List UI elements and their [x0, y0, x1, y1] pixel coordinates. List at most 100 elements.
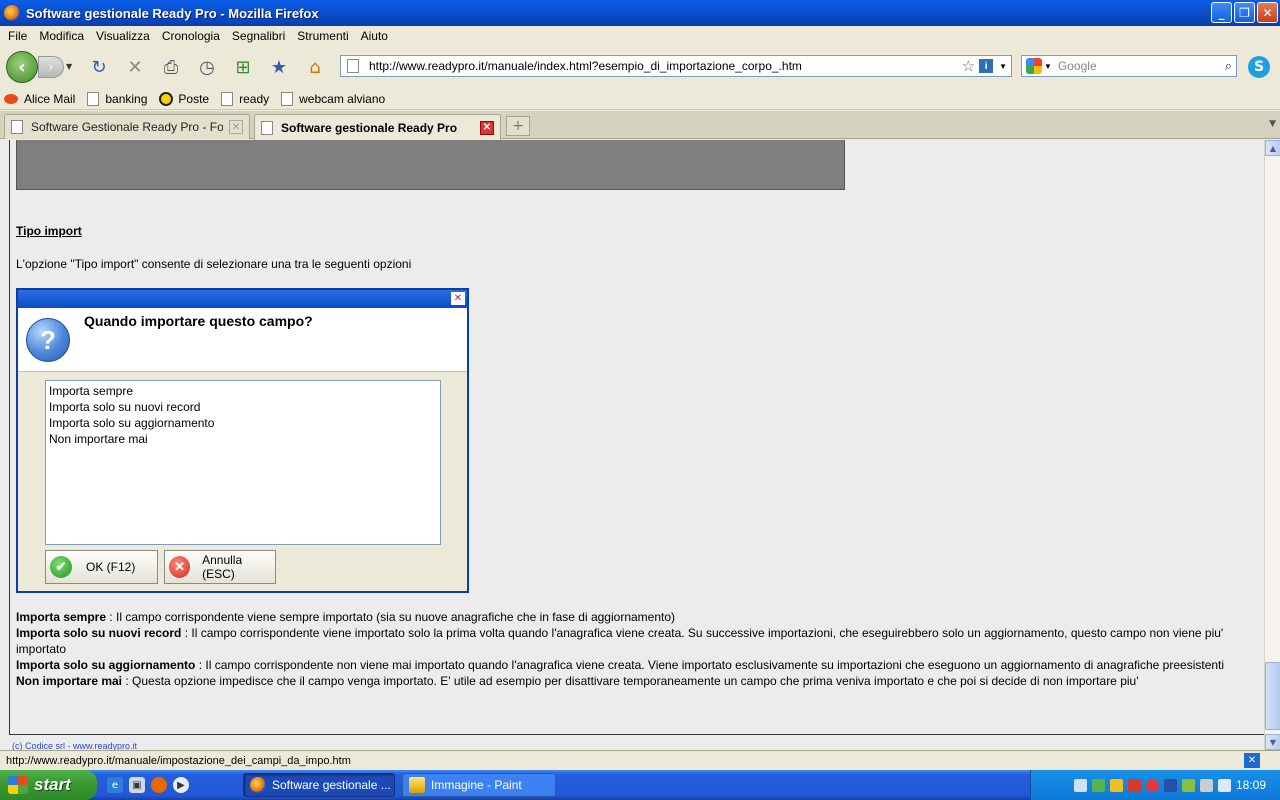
ie-icon[interactable]: e [107, 777, 123, 793]
search-box[interactable]: ▼ Google ⌕ [1021, 55, 1237, 77]
options-listbox[interactable]: Importa sempre Importa solo su nuovi rec… [45, 380, 441, 545]
url-dropdown-icon[interactable]: ▼ [999, 62, 1007, 71]
bookmarks-star-icon[interactable]: ★ [268, 56, 290, 78]
bookmark-ready[interactable]: ready [221, 91, 269, 106]
bookmark-poste[interactable]: Poste [159, 91, 209, 106]
tray-icon[interactable] [1109, 778, 1123, 792]
copyright-link[interactable]: (c) Codice srl - www.readypro.it [12, 741, 137, 750]
back-button[interactable]: ‹ [6, 51, 38, 83]
tray-icon[interactable] [1073, 778, 1087, 792]
history-dropdown-icon[interactable]: ▼ [66, 62, 72, 71]
taskbar-item-paint[interactable]: Immagine - Paint [402, 773, 556, 797]
firefox-icon[interactable] [151, 777, 167, 793]
list-item[interactable]: Importa solo su aggiornamento [49, 415, 437, 431]
list-item[interactable]: Importa sempre [49, 383, 437, 399]
dialog-close-icon[interactable]: ✕ [451, 292, 465, 305]
vertical-scrollbar[interactable]: ▲ ▼ [1264, 140, 1280, 750]
history-clock-icon[interactable]: ◷ [196, 56, 218, 78]
scroll-up-icon[interactable]: ▲ [1265, 140, 1280, 156]
window-controls: _ ❐ ✕ [1211, 2, 1278, 23]
volume-icon[interactable] [1217, 778, 1231, 792]
tray-icon[interactable] [1127, 778, 1141, 792]
site-info-icon[interactable]: i [979, 59, 994, 73]
checkmark-icon: ✔ [50, 556, 72, 578]
forward-button[interactable]: › [38, 56, 64, 78]
close-tab-icon[interactable]: ✕ [480, 120, 494, 135]
ok-button[interactable]: ✔ OK (F12) [45, 550, 158, 584]
addon-status-icon[interactable]: ✕ [1244, 753, 1260, 768]
bookmarks-toolbar: Alice Mail banking Poste ready webcam al… [0, 88, 1280, 110]
menu-modifica[interactable]: Modifica [39, 29, 84, 43]
search-engine-dropdown-icon[interactable]: ▼ [1044, 62, 1052, 71]
tab-strip: Software Gestionale Ready Pro - Foru... … [0, 111, 1280, 140]
new-tab-button[interactable]: + [506, 116, 530, 136]
close-tab-icon[interactable]: ✕ [229, 120, 243, 134]
bookmark-star-icon[interactable]: ☆ [962, 57, 975, 75]
option-descriptions: Importa sempre : Il campo corrispondente… [16, 609, 1258, 689]
quick-launch: e ▣ ▶ [107, 777, 189, 793]
menu-file[interactable]: File [8, 29, 27, 43]
ok-button-label: OK (F12) [86, 560, 136, 574]
scroll-down-icon[interactable]: ▼ [1265, 734, 1280, 750]
url-text[interactable]: http://www.readypro.it/manuale/index.htm… [369, 59, 962, 73]
menu-cronologia[interactable]: Cronologia [162, 29, 220, 43]
home-icon[interactable]: ⌂ [304, 56, 326, 78]
google-icon[interactable] [1026, 58, 1042, 74]
tray-icon[interactable] [1181, 778, 1195, 792]
reload-icon[interactable]: ↻ [88, 56, 110, 78]
tab-forum[interactable]: Software Gestionale Ready Pro - Foru... … [4, 114, 250, 139]
page-icon [261, 120, 273, 135]
cancel-button[interactable]: ✕ Annulla (ESC) [164, 550, 276, 584]
description-item: Importa sempre : Il campo corrispondente… [16, 610, 676, 624]
tab-list-dropdown-icon[interactable]: ▼ [1269, 119, 1276, 129]
stop-icon[interactable]: ✕ [124, 56, 146, 78]
tray-icon[interactable] [1163, 778, 1177, 792]
cancel-x-icon: ✕ [169, 556, 191, 578]
list-item[interactable]: Importa solo su nuovi record [49, 399, 437, 415]
tray-icon[interactable] [1145, 778, 1159, 792]
search-icon[interactable]: ⌕ [1225, 58, 1232, 74]
search-input[interactable]: Google [1058, 59, 1225, 73]
question-icon: ? [26, 318, 70, 362]
status-text: http://www.readypro.it/manuale/impostazi… [6, 754, 351, 767]
network-icon[interactable] [1199, 778, 1213, 792]
tray-icon[interactable] [1091, 778, 1105, 792]
tab-software-gestionale[interactable]: Software gestionale Ready Pro ✕ [254, 114, 501, 140]
divider [9, 140, 10, 734]
close-button[interactable]: ✕ [1257, 2, 1278, 23]
menu-visualizza[interactable]: Visualizza [96, 29, 150, 43]
dialog-question: Quando importare questo campo? [84, 313, 313, 329]
window-titlebar[interactable]: Software gestionale Ready Pro - Mozilla … [0, 0, 1280, 26]
scrollbar-thumb[interactable] [1265, 662, 1280, 730]
page-icon [347, 59, 359, 73]
menu-aiuto[interactable]: Aiuto [361, 29, 388, 43]
taskbar: start e ▣ ▶ Software gestionale ... Imma… [0, 770, 1280, 800]
import-type-dialog: ✕ ? Quando importare questo campo? Impor… [16, 288, 469, 593]
intro-text: L'opzione "Tipo import" consente di sele… [16, 257, 412, 271]
media-player-icon[interactable]: ▶ [173, 777, 189, 793]
list-item[interactable]: Non importare mai [49, 431, 437, 447]
bookmark-banking[interactable]: banking [87, 91, 147, 106]
menu-strumenti[interactable]: Strumenti [297, 29, 348, 43]
image-placeholder [16, 140, 845, 190]
menu-segnalibri[interactable]: Segnalibri [232, 29, 285, 43]
clock[interactable]: 18:09 [1236, 778, 1266, 792]
print-icon[interactable]: ⎙ [160, 56, 182, 78]
system-tray: 18:09 [1030, 770, 1280, 800]
bookmark-alice-mail[interactable]: Alice Mail [4, 92, 75, 106]
minimize-button[interactable]: _ [1211, 2, 1232, 23]
taskbar-item-firefox[interactable]: Software gestionale ... [243, 773, 395, 797]
window-title: Software gestionale Ready Pro - Mozilla … [26, 5, 319, 21]
description-item: Non importare mai : Questa opzione imped… [16, 674, 1139, 688]
alice-icon [4, 93, 18, 104]
firefox-icon [250, 777, 266, 793]
new-tab-plus-icon[interactable]: ⊞ [232, 56, 254, 78]
address-bar[interactable]: http://www.readypro.it/manuale/index.htm… [340, 55, 1012, 77]
skype-icon[interactable]: S [1248, 56, 1270, 78]
maximize-button[interactable]: ❐ [1234, 2, 1255, 23]
page-icon [11, 120, 23, 134]
bookmark-webcam-alviano[interactable]: webcam alviano [281, 91, 385, 106]
dialog-titlebar: ✕ [18, 290, 467, 308]
start-button[interactable]: start [0, 770, 97, 800]
desktop-icon[interactable]: ▣ [129, 777, 145, 793]
